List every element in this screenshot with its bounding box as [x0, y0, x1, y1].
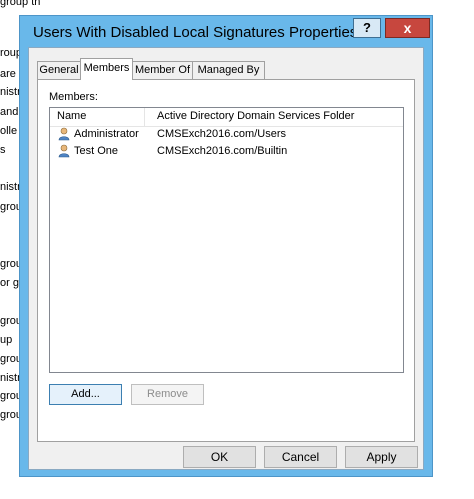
background-line: up	[0, 334, 13, 346]
title-bar[interactable]: Users With Disabled Local Signatures Pro…	[20, 16, 432, 50]
background-line: olle	[0, 125, 18, 137]
member-name: Administrator	[74, 128, 139, 140]
background-line: nistr	[0, 372, 21, 384]
ok-button[interactable]: OK	[183, 446, 256, 468]
members-label: Members:	[49, 91, 98, 103]
background-line: group th	[0, 0, 40, 8]
members-list[interactable]: Name Active Directory Domain Services Fo…	[49, 107, 404, 373]
dialog-title: Users With Disabled Local Signatures Pro…	[33, 24, 358, 41]
background-line: s	[0, 144, 6, 156]
apply-button[interactable]: Apply	[345, 446, 418, 468]
column-divider[interactable]	[144, 108, 145, 126]
remove-button[interactable]: Remove	[131, 384, 204, 405]
member-name: Test One	[74, 145, 119, 157]
background-line: or g	[0, 277, 19, 289]
background-line: and	[0, 106, 19, 118]
members-tab-panel: Members: Name Active Directory Domain Se…	[37, 79, 415, 442]
add-button[interactable]: Add...	[49, 384, 122, 405]
list-item[interactable]: Administrator CMSExch2016.com/Users	[50, 126, 403, 143]
user-icon	[58, 127, 70, 141]
column-header-name[interactable]: Name	[57, 110, 86, 122]
tab-managed-by[interactable]: Managed By	[192, 61, 265, 79]
member-folder: CMSExch2016.com/Builtin	[157, 145, 288, 157]
list-item[interactable]: Test One CMSExch2016.com/Builtin	[50, 143, 403, 160]
tab-member-of[interactable]: Member Of	[132, 61, 193, 79]
background-line: nistr	[0, 86, 21, 98]
dialog-client-area: General Members Member Of Managed By Mem…	[28, 47, 424, 470]
background-line: nistr	[0, 181, 21, 193]
tab-members[interactable]: Members	[80, 58, 133, 80]
properties-dialog: Users With Disabled Local Signatures Pro…	[19, 15, 433, 477]
member-folder: CMSExch2016.com/Users	[157, 128, 286, 140]
help-button[interactable]: ?	[353, 18, 381, 38]
column-header-folder[interactable]: Active Directory Domain Services Folder	[157, 110, 354, 122]
tab-general[interactable]: General	[37, 61, 81, 79]
list-header: Name Active Directory Domain Services Fo…	[50, 108, 403, 127]
close-button[interactable]: x	[385, 18, 430, 38]
user-icon	[58, 144, 70, 158]
cancel-button[interactable]: Cancel	[264, 446, 337, 468]
